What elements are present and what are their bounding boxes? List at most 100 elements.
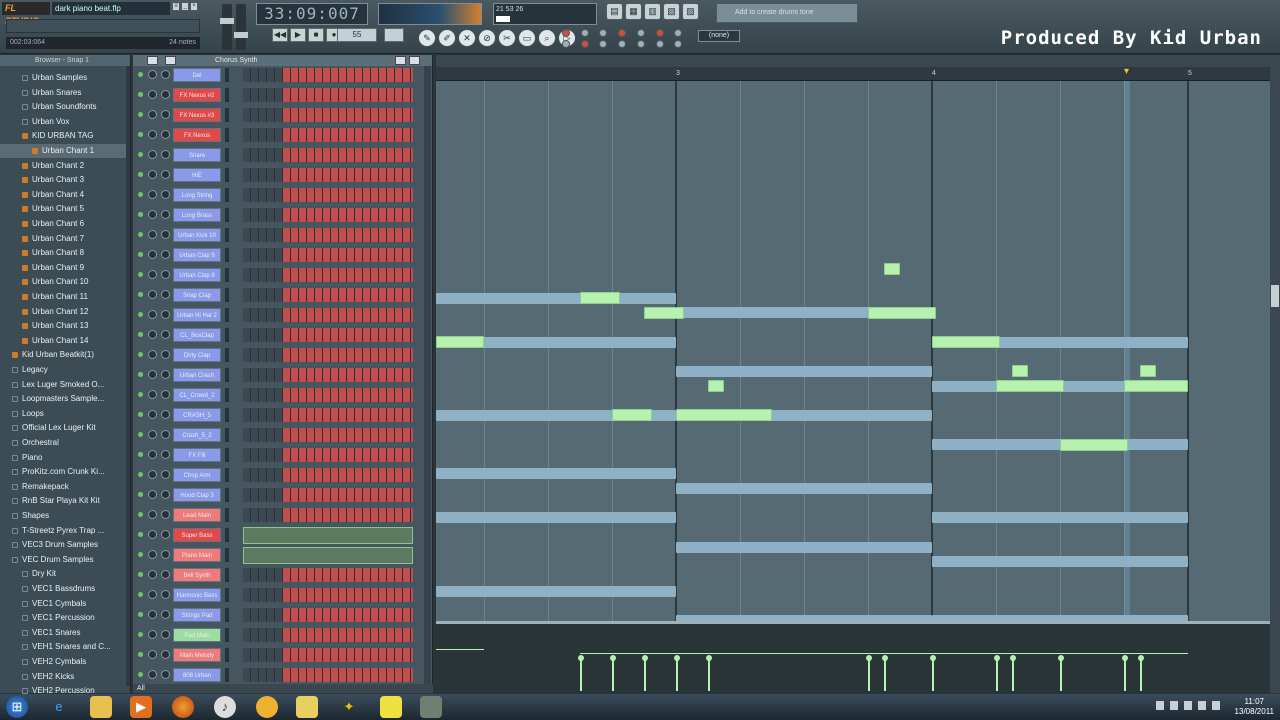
step-buttons[interactable] (283, 408, 413, 422)
channel-pan-knob[interactable] (148, 210, 157, 219)
channel-name-button[interactable]: Urban Clap 8 (173, 268, 221, 282)
channel-volume-knob[interactable] (161, 630, 170, 639)
step-buttons[interactable] (283, 228, 413, 242)
channel-row[interactable]: Long Brass (133, 205, 423, 225)
channel-volume-knob[interactable] (161, 210, 170, 219)
channel-select-bar[interactable] (225, 248, 229, 262)
channel-select-bar[interactable] (225, 388, 229, 402)
channel-select-bar[interactable] (225, 548, 229, 562)
step-buttons[interactable] (283, 328, 413, 342)
browser-item[interactable]: Urban Chant 2 (0, 159, 128, 173)
channel-pan-knob[interactable] (148, 90, 157, 99)
start-icon[interactable]: ⊞ (6, 696, 28, 718)
channel-pan-knob[interactable] (148, 590, 157, 599)
browser-item[interactable]: ProKitz.com Crunk Ki... (0, 465, 128, 479)
piano-note[interactable] (644, 307, 684, 319)
channel-row[interactable]: Main Melody (133, 645, 423, 665)
piano-roll-timeline[interactable]: 3 4 5 ▾ (436, 66, 1270, 81)
select-tool-icon[interactable]: ▭ (518, 29, 536, 47)
channel-select-bar[interactable] (225, 308, 229, 322)
browser-item[interactable]: RnB Star Playa Kit Kit (0, 494, 128, 508)
step-buttons[interactable] (283, 308, 413, 322)
browser-item[interactable]: Lex Luger Smoked O... (0, 378, 128, 392)
mixer-icon[interactable]: ▧ (663, 3, 680, 20)
channel-pan-knob[interactable] (148, 150, 157, 159)
channel-pan-knob[interactable] (148, 270, 157, 279)
channel-name-button[interactable]: 808 Urban (173, 668, 221, 682)
piano-note[interactable] (1124, 380, 1188, 392)
browser-item[interactable]: VEC1 Bassdrums (0, 582, 128, 596)
mute-tool-icon[interactable]: ⊘ (478, 29, 496, 47)
volume-icon[interactable] (1212, 701, 1220, 710)
rec-option-icon[interactable] (636, 39, 645, 48)
channel-select-bar[interactable] (225, 128, 229, 142)
piano-note[interactable] (1012, 365, 1028, 377)
browser-item[interactable]: VEC1 Percussion (0, 611, 128, 625)
browser-item[interactable]: Urban Chant 9 (0, 261, 128, 275)
channel-pan-knob[interactable] (148, 430, 157, 439)
channel-name-button[interactable]: Urban Clap 9 (173, 248, 221, 262)
channel-pan-knob[interactable] (148, 450, 157, 459)
channel-row[interactable]: Pad Main (133, 625, 423, 645)
step-buttons[interactable] (283, 68, 413, 82)
playlist-icon[interactable]: ▤ (606, 3, 623, 20)
channel-mute-led[interactable] (138, 252, 143, 257)
rec-option-icon[interactable] (618, 39, 627, 48)
channel-pan-knob[interactable] (148, 370, 157, 379)
master-pitch-slider[interactable] (234, 4, 248, 50)
velocity-lane[interactable] (436, 621, 1270, 693)
browser-scrollbar[interactable] (126, 66, 130, 686)
browser-item[interactable]: Urban Soundfonts (0, 100, 128, 114)
browser-item[interactable]: Urban Chant 3 (0, 173, 128, 187)
channel-volume-knob[interactable] (161, 370, 170, 379)
piano-note[interactable] (996, 380, 1064, 392)
browser-item[interactable]: Loopmasters Sample... (0, 392, 128, 406)
browser-item[interactable]: VEC3 Drum Samples (0, 538, 128, 552)
channel-name-button[interactable]: HiE (173, 168, 221, 182)
piano-note[interactable] (612, 409, 652, 421)
channel-mute-led[interactable] (138, 352, 143, 357)
channel-row[interactable]: Urban Clap 8 (133, 265, 423, 285)
browser-item[interactable]: Legacy (0, 363, 128, 377)
browser-item[interactable]: KID URBAN TAG (0, 129, 128, 143)
channel-pan-knob[interactable] (148, 110, 157, 119)
rack-roll-icon[interactable] (409, 56, 420, 65)
rec-option-icon[interactable] (655, 39, 664, 48)
channel-row[interactable]: Piano Main (133, 545, 423, 565)
piano-roll-scrollbar[interactable] (1270, 55, 1280, 693)
channel-name-button[interactable]: Harmonic Bass (173, 588, 221, 602)
step-buttons[interactable] (283, 248, 413, 262)
network-icon[interactable] (1184, 701, 1192, 710)
channel-name-button[interactable]: Pad Main (173, 628, 221, 642)
channel-mute-led[interactable] (138, 112, 143, 117)
channel-name-button[interactable]: Chop Arm (173, 468, 221, 482)
step-buttons[interactable] (283, 488, 413, 502)
channel-pan-knob[interactable] (148, 190, 157, 199)
channel-row[interactable]: Urban Crash (133, 365, 423, 385)
channel-row[interactable]: Urban Kick 10 (133, 225, 423, 245)
channel-row[interactable]: HiE (133, 165, 423, 185)
browser-item[interactable]: Piano (0, 451, 128, 465)
piano-note[interactable] (708, 380, 724, 392)
step-buttons[interactable] (283, 468, 413, 482)
channel-volume-knob[interactable] (161, 350, 170, 359)
channel-row[interactable]: Dirty Clap (133, 345, 423, 365)
browser-item[interactable]: Urban Chant 1 (0, 144, 128, 158)
channel-select-bar[interactable] (225, 468, 229, 482)
channel-name-button[interactable]: Super Bass (173, 528, 221, 542)
browser-item[interactable]: Urban Chant 10 (0, 275, 128, 289)
channel-pan-knob[interactable] (148, 390, 157, 399)
firefox-icon[interactable] (172, 696, 194, 718)
channel-mute-led[interactable] (138, 572, 143, 577)
channel-select-bar[interactable] (225, 648, 229, 662)
piano-note[interactable] (580, 292, 620, 304)
step-buttons[interactable] (283, 588, 413, 602)
channel-mute-led[interactable] (138, 392, 143, 397)
ie-icon[interactable]: e (48, 696, 70, 718)
browser-item[interactable]: Urban Snares (0, 86, 128, 100)
sticky-notes-icon[interactable] (380, 696, 402, 718)
channel-volume-knob[interactable] (161, 410, 170, 419)
channel-row[interactable]: FX Nexus (133, 125, 423, 145)
media-player-icon[interactable]: ▶ (130, 696, 152, 718)
channel-name-button[interactable]: Bell Synth (173, 568, 221, 582)
